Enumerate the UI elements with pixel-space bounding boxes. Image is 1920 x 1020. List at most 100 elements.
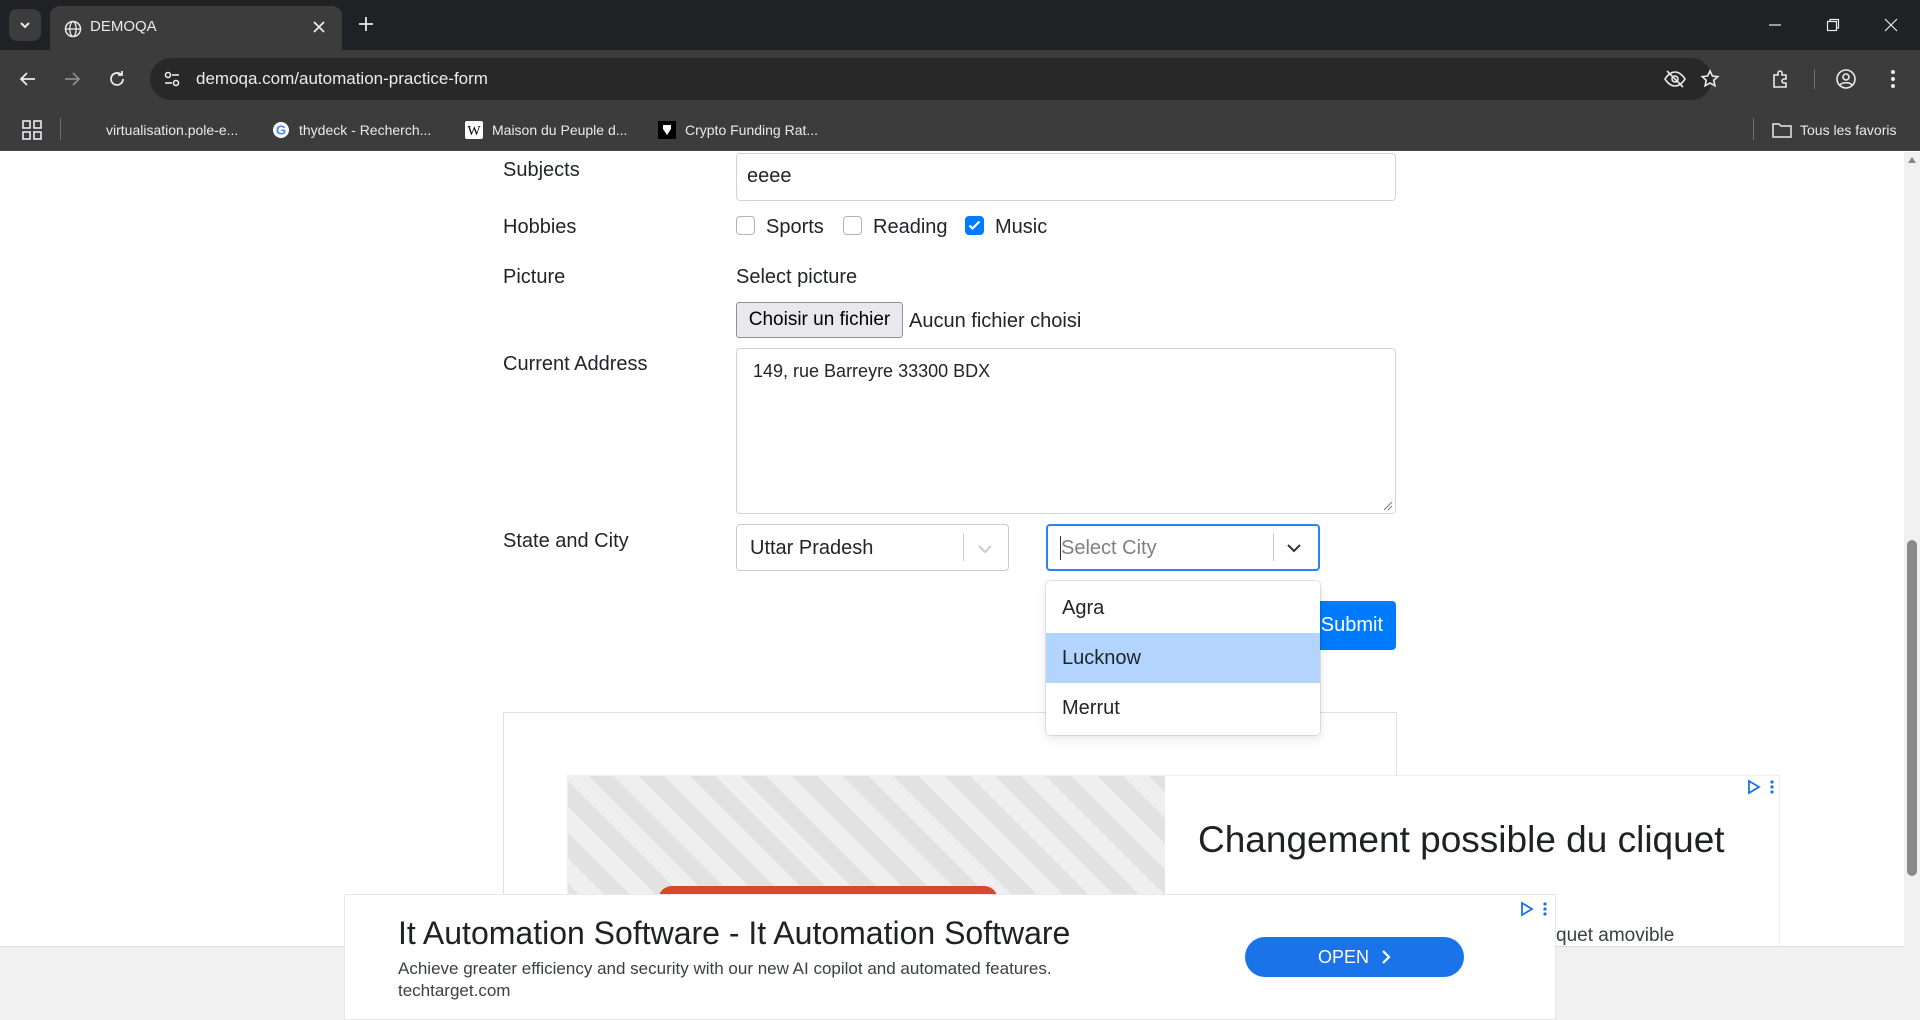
bookmark-item[interactable]: G thydeck - Recherch... (271, 108, 431, 151)
page-scrollbar[interactable] (1904, 152, 1920, 1020)
adchoices-icon[interactable] (1746, 779, 1762, 795)
city-select[interactable]: Select City (1046, 524, 1320, 571)
extensions-icon[interactable] (1765, 63, 1797, 95)
state-city-label: State and City (503, 530, 629, 552)
ad-menu-icon[interactable] (1764, 779, 1780, 795)
new-tab-button[interactable] (352, 10, 380, 38)
active-tab[interactable]: DEMOQA (50, 6, 342, 50)
current-address-textarea[interactable]: 149, rue Barreyre 33300 BDX (736, 348, 1396, 514)
url-text[interactable]: demoqa.com/automation-practice-form (196, 69, 488, 89)
reload-button[interactable] (101, 63, 133, 95)
bottom-ad-domain: techtarget.com (398, 981, 511, 1000)
adchoices-icon[interactable] (1519, 901, 1535, 917)
arrow-left-icon (19, 72, 35, 86)
bookmark-label: Crypto Funding Rat... (685, 121, 819, 138)
plus-icon (359, 17, 373, 31)
subjects-input[interactable]: eeee (736, 153, 1396, 201)
subjects-value: eeee (747, 165, 792, 187)
star-icon[interactable] (1697, 67, 1723, 91)
bookmark-label: thydeck - Recherch... (299, 121, 432, 138)
apps-grid-icon[interactable] (20, 118, 44, 142)
site-info-icon[interactable] (160, 67, 184, 91)
close-icon (1884, 18, 1898, 32)
scrollbar-thumb[interactable] (1907, 540, 1917, 876)
select-divider (1273, 533, 1274, 561)
page-viewport: Subjects eeee Hobbies Sports Reading Mus… (0, 152, 1904, 1020)
all-bookmarks-button[interactable]: Tous les favoris (1772, 108, 1896, 151)
bookmark-label: Maison du Peuple d... (492, 121, 628, 138)
checkmark-icon (968, 220, 981, 231)
bookmarks-divider (60, 118, 61, 140)
back-button[interactable] (12, 63, 44, 95)
restore-button[interactable] (1804, 0, 1862, 50)
file-status: Aucun fichier choisi (909, 310, 1082, 332)
chevron-right-icon (1382, 950, 1391, 964)
eye-off-icon[interactable] (1662, 67, 1688, 91)
current-address-value: 149, rue Barreyre 33300 BDX (753, 361, 991, 381)
chevron-down-icon (20, 22, 30, 29)
browser-toolbar: demoqa.com/automation-practice-form (0, 50, 1920, 108)
address-bar[interactable]: demoqa.com/automation-practice-form (150, 58, 1720, 100)
menu-icon[interactable] (1877, 63, 1909, 95)
chevron-down-icon[interactable] (1284, 538, 1304, 558)
current-address-label: Current Address (503, 353, 648, 375)
bookmarks-divider (1753, 118, 1754, 140)
hobbies-label: Hobbies (503, 216, 577, 238)
folder-icon (1772, 120, 1792, 140)
select-divider (963, 533, 964, 561)
wikipedia-icon: W (464, 120, 484, 140)
ad-headline[interactable]: Changement possible du cliquet (1198, 816, 1758, 863)
hobby-music-checkbox[interactable] (965, 216, 984, 235)
bookmark-item[interactable]: W Maison du Peuple d... (464, 108, 627, 151)
hobby-sports-label[interactable]: Sports (766, 216, 824, 239)
toolbar-divider (1814, 69, 1815, 89)
forward-button[interactable] (56, 63, 88, 95)
city-option-lucknow[interactable]: Lucknow (1046, 633, 1320, 683)
minimize-button[interactable] (1746, 0, 1804, 50)
google-icon: G (271, 120, 291, 140)
restore-icon (1826, 18, 1840, 32)
reload-icon (110, 71, 124, 86)
bottom-ad-description: Achieve greater efficiency and security … (398, 959, 1052, 978)
city-placeholder: Select City (1061, 537, 1157, 559)
crypto-site-icon (657, 120, 677, 140)
bookmarks-bar: virtualisation.pole-e... G thydeck - Rec… (0, 108, 1920, 151)
ad-sub-peek: quet amovible (1556, 925, 1904, 946)
svg-text:G: G (276, 122, 286, 137)
bottom-sticky-ad[interactable]: It Automation Software - It Automation S… (344, 894, 1556, 1020)
minimize-icon (1769, 24, 1781, 26)
chevron-down-icon[interactable] (975, 539, 995, 559)
choose-file-button[interactable]: Choisir un fichier (736, 302, 903, 338)
ad-subheadline: quet amovible (1556, 925, 1675, 946)
tab-close-button[interactable] (308, 16, 330, 38)
hobby-music-label[interactable]: Music (995, 216, 1047, 239)
tab-search-button[interactable] (9, 9, 41, 41)
subjects-label: Subjects (503, 159, 580, 181)
bottom-ad-title[interactable]: It Automation Software - It Automation S… (398, 915, 1070, 952)
hobby-reading-label[interactable]: Reading (873, 216, 948, 239)
city-option-agra[interactable]: Agra (1046, 583, 1320, 633)
hobby-sports-checkbox[interactable] (736, 216, 755, 235)
bottom-ad-open-button[interactable]: OPEN (1245, 937, 1464, 977)
state-value: Uttar Pradesh (750, 537, 874, 559)
bookmark-label: virtualisation.pole-e... (106, 121, 239, 138)
city-option-merrut[interactable]: Merrut (1046, 683, 1320, 733)
arrow-right-icon (65, 72, 81, 86)
svg-text:W: W (467, 124, 481, 139)
all-bookmarks-label: Tous les favoris (1800, 121, 1897, 138)
bookmark-item[interactable]: Crypto Funding Rat... (657, 108, 818, 151)
select-picture-label: Select picture (736, 266, 858, 288)
bookmark-item[interactable]: virtualisation.pole-e... (106, 108, 238, 151)
open-button-label: OPEN (1317, 946, 1369, 967)
tab-bar: DEMOQA (0, 0, 1920, 50)
hobby-reading-checkbox[interactable] (843, 216, 862, 235)
picture-label: Picture (503, 266, 566, 288)
scroll-up-icon[interactable] (1907, 156, 1917, 164)
state-select[interactable]: Uttar Pradesh (736, 524, 1009, 571)
resize-handle-icon[interactable] (1383, 501, 1393, 511)
ad-menu-icon[interactable] (1537, 901, 1553, 917)
city-dropdown-menu: Agra Lucknow Merrut (1046, 581, 1320, 735)
close-window-button[interactable] (1862, 0, 1920, 50)
tab-title: DEMOQA (90, 18, 157, 35)
profile-icon[interactable] (1830, 63, 1862, 95)
